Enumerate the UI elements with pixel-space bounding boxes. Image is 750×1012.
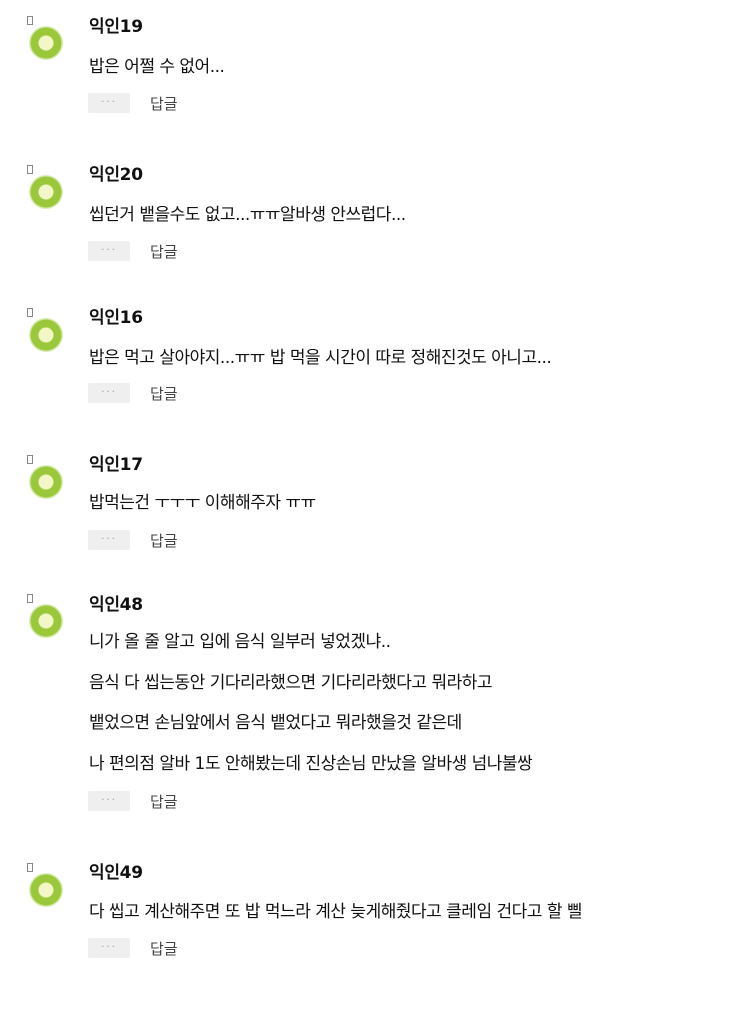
more-options-button[interactable]: ··· [88, 791, 130, 811]
comment-author: 익인16 [89, 308, 143, 328]
comment-text: 니가 올 줄 알고 입에 음식 일부러 넣었겠냐.. [89, 632, 391, 652]
comment-text: 밥은 어쩔 수 없어... [89, 57, 225, 77]
comment-author: 익인19 [89, 17, 143, 37]
avatar[interactable] [29, 175, 63, 209]
comment-author: 익인17 [89, 455, 143, 475]
comment-text: 나 편의점 알바 1도 안해봤는데 진상손님 만났을 알바생 넘나불쌍 [89, 754, 533, 774]
comment-text: 다 씹고 계산해주면 또 밥 먹느라 계산 늦게해줬다고 클레임 건다고 할 삘 [89, 902, 583, 922]
reply-button[interactable]: 답글 [150, 241, 178, 262]
bullet-icon [27, 165, 33, 174]
bullet-icon [27, 455, 33, 464]
reply-button[interactable]: 답글 [150, 530, 178, 551]
comment-text: 음식 다 씹는동안 기다리라했으면 기다리라했다고 뭐라하고 [89, 673, 493, 693]
avatar[interactable] [29, 318, 63, 352]
more-options-button[interactable]: ··· [88, 93, 130, 113]
avatar[interactable] [29, 873, 63, 907]
bullet-icon [27, 863, 33, 872]
more-options-button[interactable]: ··· [88, 241, 130, 261]
more-options-button[interactable]: ··· [88, 530, 130, 550]
reply-button[interactable]: 답글 [150, 938, 178, 959]
comment-author: 익인20 [89, 165, 143, 185]
avatar[interactable] [29, 604, 63, 638]
avatar[interactable] [29, 465, 63, 499]
avatar[interactable] [29, 26, 63, 60]
comment-text: 씹던거 뱉을수도 없고...ㅠㅠ알바생 안쓰럽다... [89, 205, 406, 225]
reply-button[interactable]: 답글 [150, 93, 178, 114]
reply-button[interactable]: 답글 [150, 383, 178, 404]
bullet-icon [27, 594, 33, 603]
comment-text: 뱉었으면 손님앞에서 음식 뱉었다고 뭐라했을것 같은데 [89, 713, 462, 733]
comment-text: 밥은 먹고 살아야지...ㅠㅠ 밥 먹을 시간이 따로 정해진것도 아니고... [89, 348, 552, 368]
bullet-icon [27, 308, 33, 317]
reply-button[interactable]: 답글 [150, 791, 178, 812]
bullet-icon [27, 16, 33, 25]
comment-author: 익인48 [89, 595, 143, 615]
more-options-button[interactable]: ··· [88, 938, 130, 958]
comment-author: 익인49 [89, 863, 143, 883]
comment-text: 밥먹는건 ㅜㅜㅜ 이해해주자 ㅠㅠ [89, 493, 316, 513]
more-options-button[interactable]: ··· [88, 383, 130, 403]
